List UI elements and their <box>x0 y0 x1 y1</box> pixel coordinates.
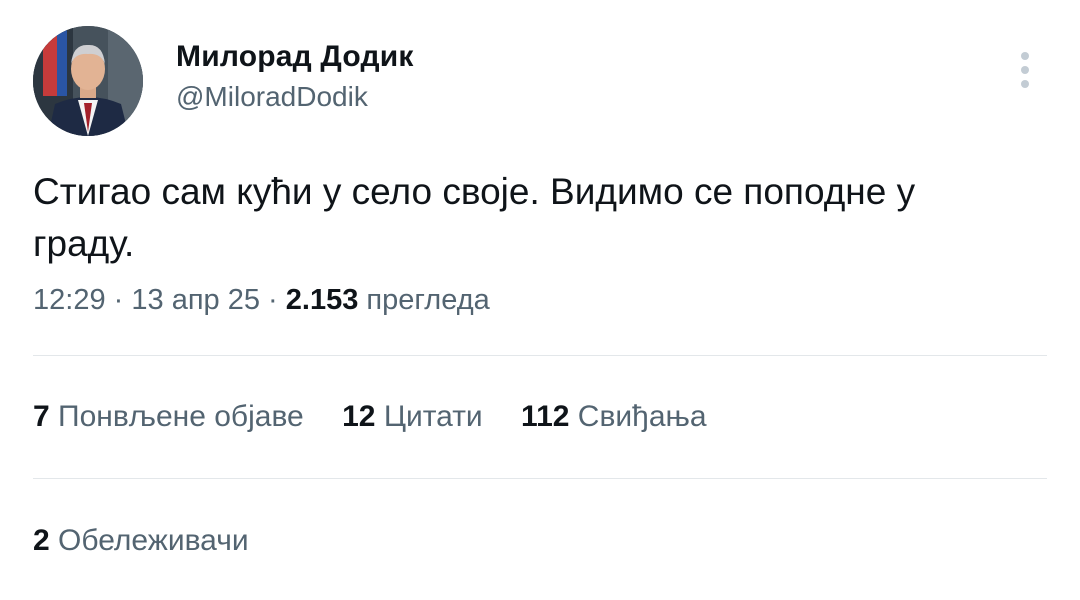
quotes-stat[interactable]: 12 Цитати <box>342 400 483 434</box>
tweet-text: Стигао сам кући у село своје. Видимо се … <box>33 171 916 264</box>
bookmarks-stat[interactable]: 2 Обележивачи <box>33 524 249 558</box>
reposts-label: Понвљене објаве <box>58 400 304 433</box>
more-options-icon[interactable] <box>1010 50 1040 90</box>
author-display-name[interactable]: Милорад Додик <box>176 40 414 74</box>
tweet-date[interactable]: 13 апр 25 <box>131 284 260 316</box>
bookmarks-label: Обележивачи <box>58 524 249 557</box>
divider <box>33 478 1047 479</box>
likes-stat[interactable]: 112 Свиђања <box>521 400 707 434</box>
views-count: 2.153 <box>285 284 359 316</box>
tweet-time[interactable]: 12:29 <box>33 284 106 316</box>
author-handle[interactable]: @MiloradDodik <box>176 81 368 113</box>
avatar[interactable] <box>33 26 143 136</box>
divider <box>33 355 1047 356</box>
quotes-label: Цитати <box>383 400 483 433</box>
views-label: прегледа <box>366 284 490 316</box>
reposts-stat[interactable]: 7 Понвљене објаве <box>33 400 304 434</box>
likes-count: 112 <box>521 400 570 433</box>
engagement-stats: 7 Понвљене објаве 12 Цитати 112 Свиђања <box>33 400 737 434</box>
meta-separator: · <box>113 284 124 316</box>
quotes-count: 12 <box>342 400 376 433</box>
meta-separator: · <box>268 284 278 316</box>
likes-label: Свиђања <box>577 400 707 433</box>
bookmarks-count: 2 <box>33 524 50 557</box>
reposts-count: 7 <box>33 400 50 433</box>
tweet-meta: 12:29 · 13 апр 25 · 2.153 прегледа <box>33 284 490 317</box>
profile-photo <box>33 26 143 136</box>
